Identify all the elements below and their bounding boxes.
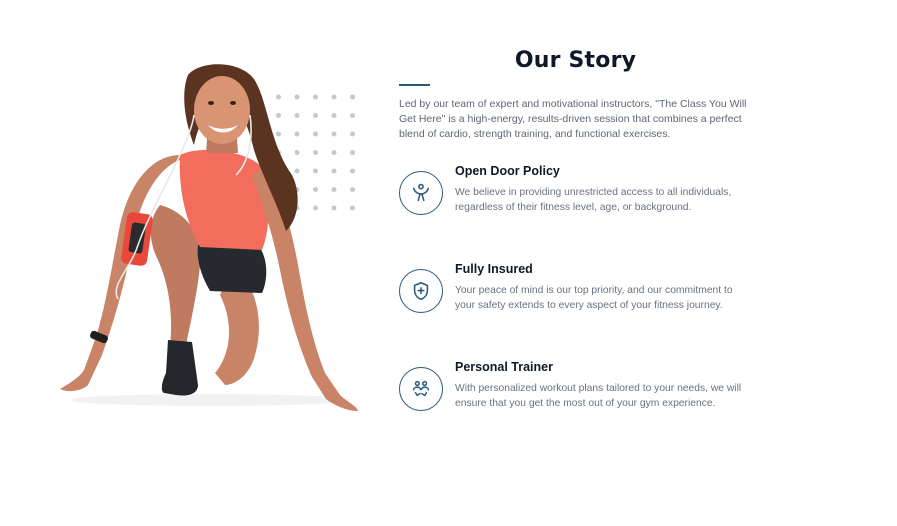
pattern-dot	[331, 94, 337, 100]
pattern-dot	[276, 113, 281, 118]
pattern-dot	[313, 168, 318, 174]
pattern-dot	[276, 131, 281, 137]
feature-title: Open Door Policy	[455, 164, 560, 178]
feature-title: Personal Trainer	[455, 360, 553, 374]
pattern-dot	[313, 150, 318, 155]
pattern-dot	[313, 205, 318, 211]
pattern-dot	[331, 187, 337, 192]
pattern-dot	[350, 150, 355, 155]
shield-plus-icon	[399, 269, 443, 313]
pattern-dot	[276, 94, 281, 100]
pattern-dot	[350, 187, 355, 192]
open-arms-person-icon	[399, 171, 443, 215]
athlete-illustration	[60, 64, 358, 411]
pattern-dot	[294, 131, 300, 137]
feature-description: Your peace of mind is our top priority, …	[455, 285, 733, 311]
pattern-dot	[294, 94, 300, 100]
section-title: Our Story	[514, 48, 637, 73]
feature-title: Fully Insured	[455, 262, 533, 276]
pattern-dot	[331, 150, 337, 155]
pattern-dot	[350, 205, 355, 211]
pattern-dot	[313, 113, 318, 118]
pattern-dot	[313, 131, 318, 137]
pattern-dot	[331, 131, 337, 137]
pattern-dot	[313, 94, 318, 100]
our-story-section: Our Story Led by our team of expert and …	[0, 0, 897, 526]
title-accent-divider	[399, 84, 430, 86]
pattern-dot	[331, 113, 337, 118]
feature-personal-trainer: Personal Trainer With personalized worko…	[399, 360, 759, 440]
intro-paragraph: Led by our team of expert and motivation…	[399, 98, 747, 140]
feature-open-door-policy: Open Door Policy We believe in providing…	[399, 164, 759, 244]
pattern-dot	[350, 113, 355, 118]
feature-description: We believe in providing unrestricted acc…	[455, 187, 732, 213]
pattern-dot	[294, 168, 300, 174]
feature-fully-insured: Fully Insured Your peace of mind is our …	[399, 262, 759, 342]
pattern-dot	[294, 113, 300, 118]
pattern-dot	[313, 187, 318, 192]
pattern-dot	[331, 168, 337, 174]
pattern-dot	[350, 131, 355, 137]
feature-description: With personalized workout plans tailored…	[455, 383, 742, 409]
hero-image-athlete	[40, 55, 370, 415]
pattern-dot	[350, 168, 355, 174]
pattern-dot	[350, 94, 355, 100]
pattern-dot	[331, 205, 337, 211]
trainer-people-icon	[399, 367, 443, 411]
pattern-dot	[294, 150, 300, 155]
